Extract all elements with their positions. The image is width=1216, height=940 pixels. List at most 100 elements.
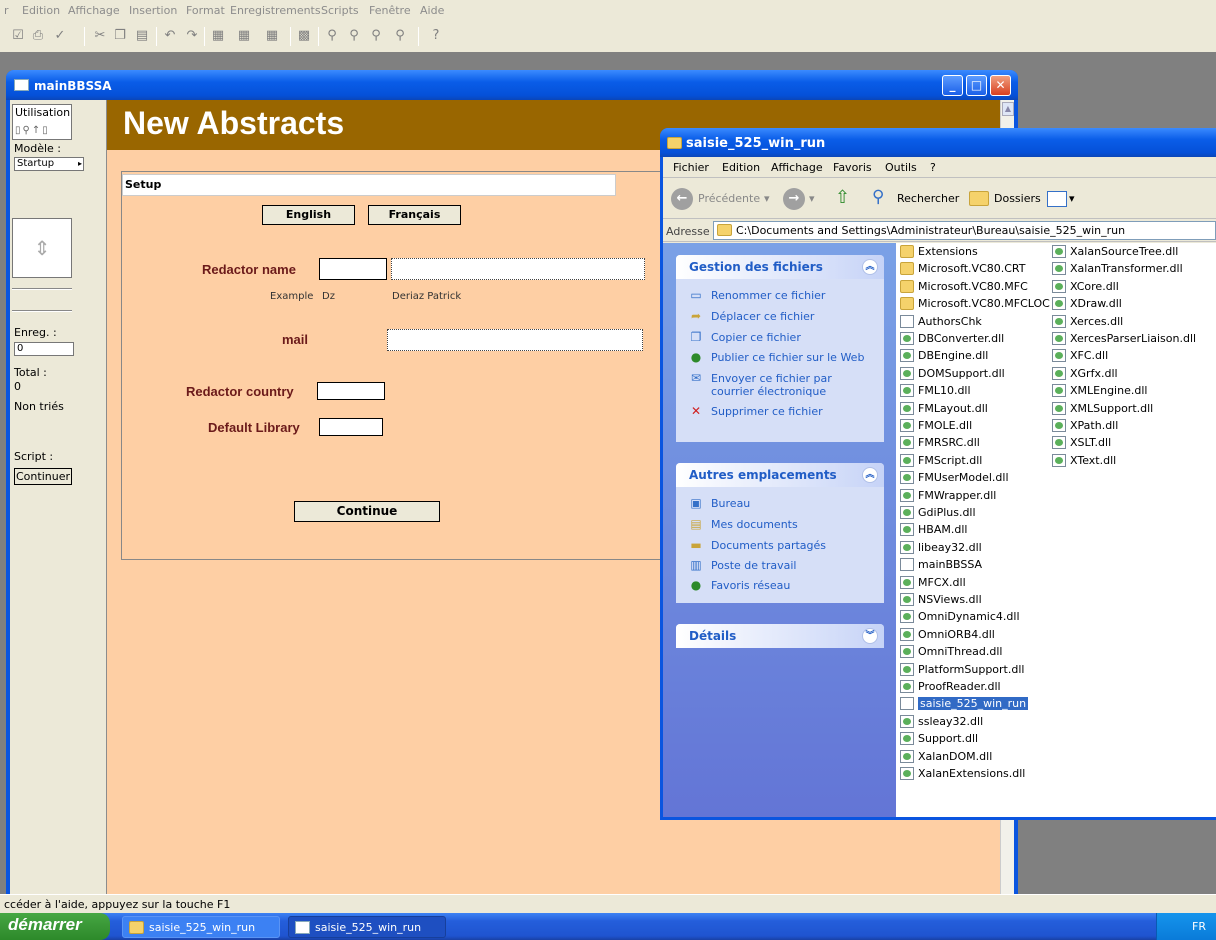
place-desktop[interactable]: ▣ Bureau — [688, 497, 878, 511]
close-button[interactable]: ✕ — [990, 75, 1011, 96]
taskbar-filemaker-button[interactable]: saisie_525_win_run — [288, 916, 446, 938]
delete-record-icon[interactable]: ▦ — [264, 28, 280, 44]
menu-affichage[interactable]: Affichage — [771, 161, 823, 174]
file-item[interactable]: FMLayout.dll — [900, 400, 988, 417]
menu-item-enregistrements[interactable]: Enregistrements — [230, 4, 321, 17]
copy-icon[interactable]: ❐ — [112, 28, 128, 44]
file-item[interactable]: Support.dll — [900, 730, 978, 747]
task-email[interactable]: ✉ Envoyer ce fichier par courrier électro… — [688, 372, 878, 399]
file-item[interactable]: Microsoft.VC80.MFCLOC — [900, 295, 1050, 312]
file-item[interactable]: OmniORB4.dll — [900, 626, 995, 643]
show-all-icon[interactable]: ⚲ — [346, 28, 362, 44]
file-item[interactable]: XFC.dll — [1052, 347, 1108, 364]
file-item[interactable]: OmniThread.dll — [900, 643, 1002, 660]
file-item[interactable]: HBAM.dll — [900, 521, 967, 538]
fm-titlebar[interactable]: mainBBSSA _ □ ✕ — [6, 70, 1018, 100]
up-folder-icon[interactable]: ⇧ — [835, 187, 850, 208]
file-item[interactable]: libeay32.dll — [900, 539, 982, 556]
task-publish-web[interactable]: ● Publier ce fichier sur le Web — [688, 351, 878, 365]
menu-item-edition[interactable]: Edition — [22, 4, 60, 17]
start-button[interactable]: démarrer — [0, 913, 110, 940]
mail-field[interactable] — [387, 329, 643, 351]
record-book-icon[interactable]: ⇕ — [12, 218, 72, 278]
place-shared-documents[interactable]: ▬ Documents partagés — [688, 539, 878, 553]
file-item[interactable]: XGrfx.dll — [1052, 365, 1118, 382]
file-item[interactable]: PlatformSupport.dll — [900, 661, 1024, 678]
expand-chevron-icon[interactable]: ︾ — [862, 628, 878, 644]
file-item[interactable]: Microsoft.VC80.MFC — [900, 278, 1028, 295]
file-item[interactable]: saisie_525_win_run — [900, 695, 1029, 712]
task-rename[interactable]: ▭ Renommer ce fichier — [688, 289, 878, 303]
undo-icon[interactable]: ↶ — [162, 28, 178, 44]
file-item[interactable]: FMUserModel.dll — [900, 469, 1009, 486]
file-item[interactable]: NSViews.dll — [900, 591, 982, 608]
back-arrow-icon[interactable]: ← — [671, 188, 693, 210]
file-item[interactable]: XPath.dll — [1052, 417, 1118, 434]
place-network[interactable]: ● Favoris réseau — [688, 579, 878, 593]
scroll-up-arrow-icon[interactable]: ▲ — [1002, 102, 1014, 116]
continue-script-button[interactable]: Continuer — [14, 468, 72, 485]
views-dropdown-icon[interactable]: ▾ — [1069, 192, 1075, 205]
find-icon[interactable]: ▩ — [296, 28, 312, 44]
file-tasks-header[interactable]: Gestion des fichiers ︽ — [676, 255, 884, 279]
file-item[interactable]: FMScript.dll — [900, 452, 982, 469]
new-record-icon[interactable]: ▦ — [210, 28, 226, 44]
back-dropdown-icon[interactable]: ▾ — [764, 192, 770, 205]
file-item[interactable]: GdiPlus.dll — [900, 504, 976, 521]
address-input[interactable]: C:\Documents and Settings\Administrateur… — [713, 221, 1216, 240]
menu-item-affichage[interactable]: Affichage — [68, 4, 120, 17]
duplicate-record-icon[interactable]: ▦ — [236, 28, 252, 44]
task-delete[interactable]: ✕ Supprimer ce fichier — [688, 405, 878, 419]
file-item[interactable]: FMRSRC.dll — [900, 434, 980, 451]
spellcheck-icon[interactable]: ✓ — [52, 28, 68, 44]
file-item[interactable]: FMOLE.dll — [900, 417, 972, 434]
place-my-documents[interactable]: ▤ Mes documents — [688, 518, 878, 532]
file-item[interactable]: XercesParserLiaison.dll — [1052, 330, 1196, 347]
file-item[interactable]: XDraw.dll — [1052, 295, 1122, 312]
english-button[interactable]: English — [262, 205, 355, 225]
file-item[interactable]: XalanExtensions.dll — [900, 765, 1025, 782]
menu-help[interactable]: ? — [930, 161, 936, 174]
francais-button[interactable]: Français — [368, 205, 461, 225]
task-move[interactable]: ➦ Déplacer ce fichier — [688, 310, 878, 324]
file-item[interactable]: OmniDynamic4.dll — [900, 608, 1020, 625]
views-icon[interactable] — [1047, 191, 1067, 207]
other-places-header[interactable]: Autres emplacements ︽ — [676, 463, 884, 487]
language-indicator[interactable]: FR — [1192, 920, 1206, 933]
menu-item-fenetre[interactable]: Fenêtre — [369, 4, 411, 17]
collapse-chevron-icon[interactable]: ︽ — [862, 467, 878, 483]
file-item[interactable]: MFCX.dll — [900, 574, 966, 591]
menu-item-format[interactable]: Format — [186, 4, 225, 17]
menu-item-insertion[interactable]: Insertion — [129, 4, 177, 17]
file-item[interactable]: XalanSourceTree.dll — [1052, 243, 1178, 260]
help-icon[interactable]: ? — [428, 28, 444, 44]
file-item[interactable]: FMWrapper.dll — [900, 487, 996, 504]
sort-icon[interactable]: ⚲ — [324, 28, 340, 44]
menu-favoris[interactable]: Favoris — [833, 161, 872, 174]
minimize-button[interactable]: _ — [942, 75, 963, 96]
check-icon[interactable]: ☑ — [10, 28, 26, 44]
mode-icons[interactable]: ▯⚲↑▯ — [15, 125, 50, 136]
file-item[interactable]: ssleay32.dll — [900, 713, 983, 730]
file-item[interactable]: mainBBSSA — [900, 556, 982, 573]
menu-item-aide[interactable]: Aide — [420, 4, 444, 17]
omit-icon[interactable]: ⚲ — [368, 28, 384, 44]
file-item[interactable]: XSLT.dll — [1052, 434, 1111, 451]
cut-icon[interactable]: ✂ — [92, 28, 108, 44]
menu-outils[interactable]: Outils — [885, 161, 917, 174]
collapse-chevron-icon[interactable]: ︽ — [862, 259, 878, 275]
file-item[interactable]: DBEngine.dll — [900, 347, 988, 364]
mode-selector[interactable]: Utilisation ▯⚲↑▯ — [12, 104, 72, 140]
file-item[interactable]: XalanTransformer.dll — [1052, 260, 1183, 277]
folders-button-label[interactable]: Dossiers — [994, 192, 1041, 205]
file-item[interactable]: XMLSupport.dll — [1052, 400, 1153, 417]
forward-dropdown-icon[interactable]: ▾ — [809, 192, 815, 205]
taskbar-explorer-button[interactable]: saisie_525_win_run — [122, 916, 280, 938]
search-icon[interactable]: ⚲ — [872, 187, 884, 207]
export-icon[interactable]: ⚲ — [392, 28, 408, 44]
file-item[interactable]: DOMSupport.dll — [900, 365, 1005, 382]
file-item[interactable]: Microsoft.VC80.CRT — [900, 260, 1026, 277]
search-button-label[interactable]: Rechercher — [897, 192, 959, 205]
paste-icon[interactable]: ▤ — [134, 28, 150, 44]
file-item[interactable]: ProofReader.dll — [900, 678, 1001, 695]
